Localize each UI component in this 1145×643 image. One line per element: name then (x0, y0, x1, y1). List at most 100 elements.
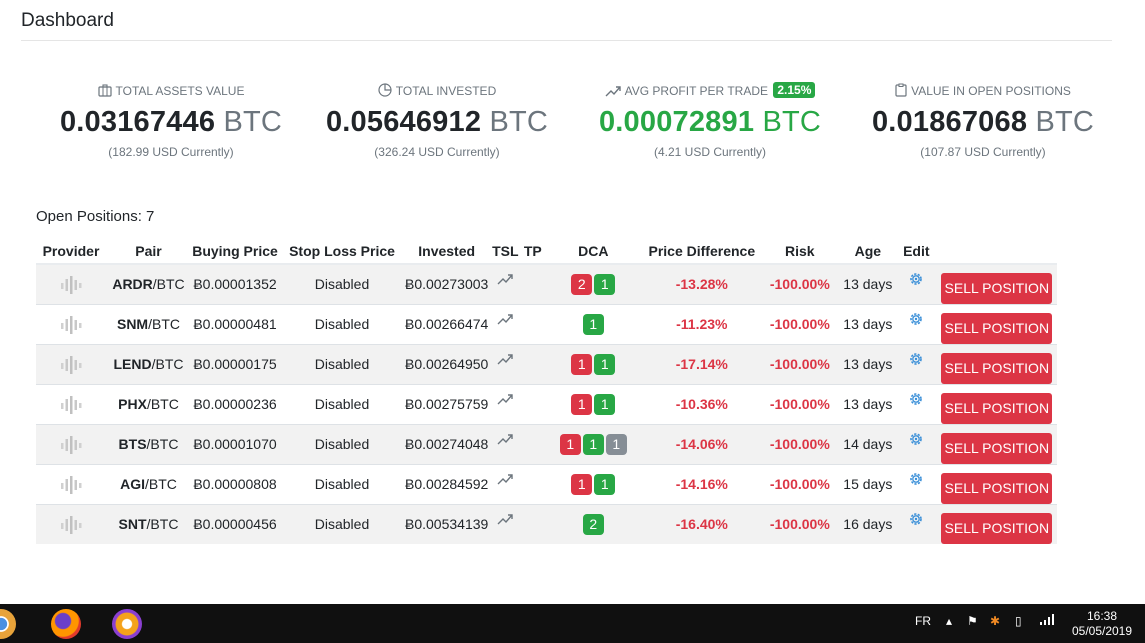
stat-amount: 0.01867068 (871, 106, 1028, 138)
stop-loss-cell: Disabled (279, 303, 405, 344)
power-icon[interactable]: ▯ (1015, 614, 1022, 628)
age-cell: 13 days (839, 263, 897, 304)
pair-base: ARDR (112, 276, 153, 293)
buying-price-cell: Ƀ0.00000808 (191, 463, 279, 504)
gear-icon[interactable] (908, 351, 924, 370)
dca-count-badge: 1 (605, 433, 627, 455)
pair-quote: /BTC (152, 276, 185, 293)
dca-cell: 21 (543, 263, 644, 304)
sell-position-button[interactable]: SELL POSITION (941, 432, 1053, 464)
pair-cell: PHX/BTC (106, 383, 191, 424)
gear-icon[interactable] (908, 431, 924, 450)
trending-up-icon (497, 352, 514, 368)
dca-cell: 11 (543, 383, 644, 424)
page-title: Dashboard (21, 10, 114, 31)
dca-count-badge: 1 (559, 433, 581, 455)
edit-cell (896, 383, 937, 424)
pie-chart-icon (378, 82, 392, 104)
pair-base: SNT (118, 516, 147, 533)
age-cell: 13 days (839, 343, 897, 384)
action-cell: SELL POSITION (936, 503, 1058, 544)
risk-cell: -100.00% (760, 343, 840, 384)
col-edit: Edit (896, 238, 937, 265)
gear-icon[interactable] (908, 271, 924, 290)
trending-up-icon (497, 512, 514, 528)
flag-icon[interactable]: ⚑ (967, 614, 978, 628)
provider-icon (60, 395, 82, 418)
vpn-shield-icon[interactable] (112, 609, 142, 639)
network-icon[interactable] (1039, 614, 1055, 629)
price-difference-cell: -17.14% (643, 343, 761, 384)
table-row: SNM/BTC Ƀ0.00000481 Disabled Ƀ0.00266474 1 -1… (36, 303, 1058, 344)
col-actions (936, 238, 1058, 265)
dca-count-badge: 1 (571, 353, 593, 375)
buying-price-cell: Ƀ0.00000456 (191, 503, 279, 544)
col-dca: DCA (543, 238, 644, 265)
provider-cell (36, 503, 106, 544)
sell-position-button[interactable]: SELL POSITION (941, 472, 1053, 504)
briefcase-icon (97, 82, 112, 104)
provider-cell (36, 263, 106, 304)
dca-count-badge: 1 (582, 433, 604, 455)
tp-cell (522, 383, 544, 424)
dca-count-badge: 1 (594, 473, 616, 495)
gear-icon[interactable] (908, 311, 924, 330)
age-cell: 14 days (839, 423, 897, 464)
provider-cell (36, 303, 106, 344)
stat-label: TOTAL ASSETS VALUE (115, 84, 245, 98)
buying-price-cell: Ƀ0.00001070 (191, 423, 279, 464)
firefox-icon[interactable] (51, 609, 81, 639)
provider-icon (60, 475, 82, 498)
clock-date: 05/05/2019 (1071, 624, 1133, 638)
invested-cell: Ƀ0.00274048 (405, 423, 489, 464)
stop-loss-cell: Disabled (279, 343, 405, 384)
action-cell: SELL POSITION (936, 423, 1058, 464)
stat-unit: BTC (762, 106, 822, 138)
stop-loss-cell: Disabled (279, 503, 405, 544)
dca-count-badge: 1 (571, 473, 593, 495)
edit-cell (896, 343, 937, 384)
tp-cell (522, 503, 544, 544)
tray-app-icon[interactable]: ✱ (990, 614, 1000, 628)
clock[interactable]: 16:38 05/05/2019 (1070, 609, 1134, 639)
edit-cell (896, 463, 937, 504)
col-price-diff: Price Difference (643, 238, 761, 265)
price-difference-cell: -13.28% (643, 263, 761, 304)
table-row: PHX/BTC Ƀ0.00000236 Disabled Ƀ0.00275759 1 1-… (36, 383, 1058, 424)
open-positions-heading: Open Positions: 7 (36, 208, 155, 225)
age-cell: 16 days (839, 503, 897, 544)
stat-amount: 0.00072891 (598, 106, 755, 138)
action-cell: SELL POSITION (936, 303, 1058, 344)
col-risk: Risk (760, 238, 840, 265)
buying-price-cell: Ƀ0.00000236 (191, 383, 279, 424)
sell-position-button[interactable]: SELL POSITION (941, 512, 1053, 544)
tsl-cell (488, 463, 523, 504)
risk-cell: -100.00% (760, 383, 840, 424)
sell-position-button[interactable]: SELL POSITION (941, 392, 1053, 424)
gear-icon[interactable] (908, 511, 924, 530)
clipboard-icon (895, 82, 907, 104)
chrome-icon[interactable] (0, 609, 16, 639)
stat-unit: BTC (223, 106, 283, 138)
trending-up-icon (497, 272, 514, 288)
sell-position-button[interactable]: SELL POSITION (941, 272, 1053, 304)
pair-base: LEND (113, 356, 152, 372)
risk-cell: -100.00% (760, 263, 840, 304)
tsl-cell (488, 423, 523, 464)
stat-open-value: VALUE IN OPEN POSITIONS 0.01867068 BTC (… (848, 80, 1118, 160)
tsl-cell (488, 343, 523, 384)
sell-position-button[interactable]: SELL POSITION (941, 352, 1053, 384)
provider-cell (36, 383, 106, 424)
gear-icon[interactable] (908, 471, 924, 490)
sell-position-button[interactable]: SELL POSITION (941, 312, 1053, 344)
stat-unit: BTC (1035, 106, 1095, 138)
chevron-up-icon[interactable]: ▴ (946, 614, 952, 628)
positions-table: Provider Pair Buying Price Stop Loss Pri… (36, 238, 1058, 544)
gear-icon[interactable] (908, 391, 924, 410)
language-indicator[interactable]: FR (915, 614, 931, 628)
col-age: Age (839, 238, 897, 265)
col-provider: Provider (36, 238, 106, 265)
provider-cell (36, 343, 106, 384)
col-invested: Invested (405, 238, 489, 265)
stat-usd: (4.21 USD Currently) (653, 145, 767, 159)
